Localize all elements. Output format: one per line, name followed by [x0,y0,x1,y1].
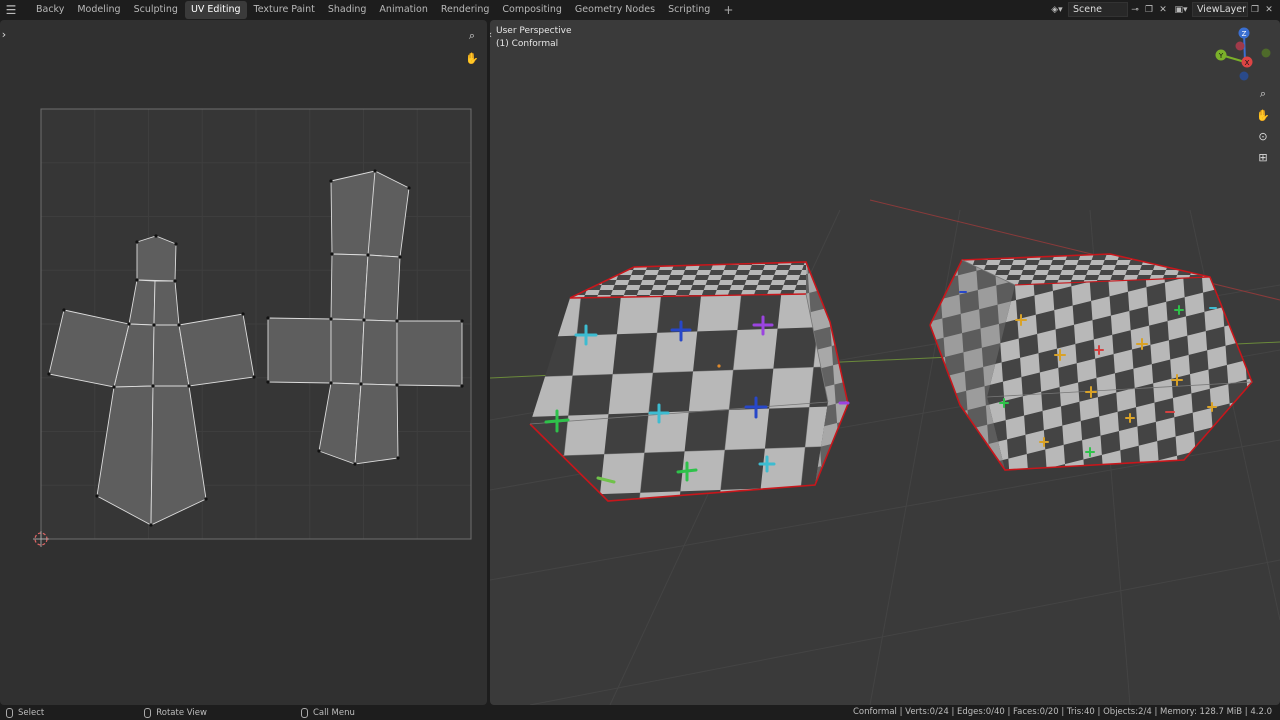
scene-name-field[interactable]: Scene [1068,2,1128,17]
tab-shading[interactable]: Shading [322,1,373,19]
view-layer-name-field[interactable]: ViewLayer [1192,2,1248,17]
new-view-layer-icon[interactable]: ❐ [1248,2,1262,17]
hint-rotate: Rotate View [138,707,207,718]
view-layer-icon[interactable]: ▣▾ [1170,2,1192,17]
pan-hand-icon[interactable]: ✋ [464,50,480,66]
mouse-left-icon [6,707,13,718]
view-layer-selector: ▣▾ ViewLayer ❐ ✕ [1170,2,1276,17]
tab-backy[interactable]: Backy [30,1,70,19]
object-origin [717,364,721,368]
viewport-canvas[interactable]: Z Y X [490,20,1280,705]
hint-select: Select [0,707,45,718]
navigation-gizmo[interactable]: Z Y X [1215,27,1271,81]
tab-animation[interactable]: Animation [373,1,433,19]
hint-select-label: Select [18,707,45,718]
sidebar-collapse-icon[interactable]: ‹ [490,26,494,42]
tab-modeling[interactable]: Modeling [71,1,126,19]
top-bar: ☰ Backy Modeling Sculpting UV Editing Te… [0,0,1280,20]
mesh-object-left[interactable] [529,261,849,502]
close-icon[interactable]: ✕ [1262,2,1276,17]
3d-viewport[interactable]: Z Y X User Perspective (1) Conformal ⌕ ✋… [490,20,1280,705]
scene-selector: ◈▾ Scene ⊸ ❐ ✕ [1046,2,1170,17]
scene-icon[interactable]: ◈▾ [1046,2,1068,17]
new-scene-icon[interactable]: ❐ [1142,2,1156,17]
uv-editor[interactable]: ⌕ ✋ › [0,20,487,705]
hint-rotate-label: Rotate View [156,707,207,718]
tab-compositing[interactable]: Compositing [496,1,568,19]
gizmo-x-label: X [1245,59,1250,67]
mouse-right-icon [300,707,308,718]
mesh-object-right[interactable] [929,253,1253,471]
pan-hand-icon[interactable]: ✋ [1255,107,1271,123]
add-workspace-button[interactable]: + [717,3,739,17]
tab-sculpting[interactable]: Sculpting [128,1,184,19]
tab-rendering[interactable]: Rendering [435,1,496,19]
status-bar: Select Rotate View Call Menu Conformal |… [0,705,1280,720]
close-icon[interactable]: ✕ [1156,2,1170,17]
view-label: User Perspective [496,26,572,36]
hint-menu-label: Call Menu [312,707,355,718]
toolbar-expand-icon[interactable]: › [0,26,8,42]
gizmo-z-label: Z [1242,30,1247,38]
pin-icon[interactable]: ⊸ [1128,2,1142,17]
tab-uv-editing[interactable]: UV Editing [184,1,247,19]
mouse-middle-icon [144,707,152,718]
gizmo-y-label: Y [1218,52,1224,60]
tab-scripting[interactable]: Scripting [662,1,716,19]
camera-view-icon[interactable]: ⊙ [1255,128,1271,144]
tab-texture-paint[interactable]: Texture Paint [248,1,321,19]
workspace-tabs: Backy Modeling Sculpting UV Editing Text… [30,0,739,20]
uv-canvas[interactable] [0,20,487,705]
scene-statistics: Conformal | Verts:0/24 | Edges:0/40 | Fa… [852,707,1272,717]
hamburger-icon[interactable]: ☰ [0,0,22,20]
zoom-icon[interactable]: ⌕ [464,28,480,44]
object-label: (1) Conformal [496,39,559,49]
hint-menu: Call Menu [295,707,355,718]
tab-geometry-nodes[interactable]: Geometry Nodes [569,1,661,19]
zoom-icon[interactable]: ⌕ [1255,86,1271,102]
perspective-grid-icon[interactable]: ⊞ [1255,149,1271,165]
